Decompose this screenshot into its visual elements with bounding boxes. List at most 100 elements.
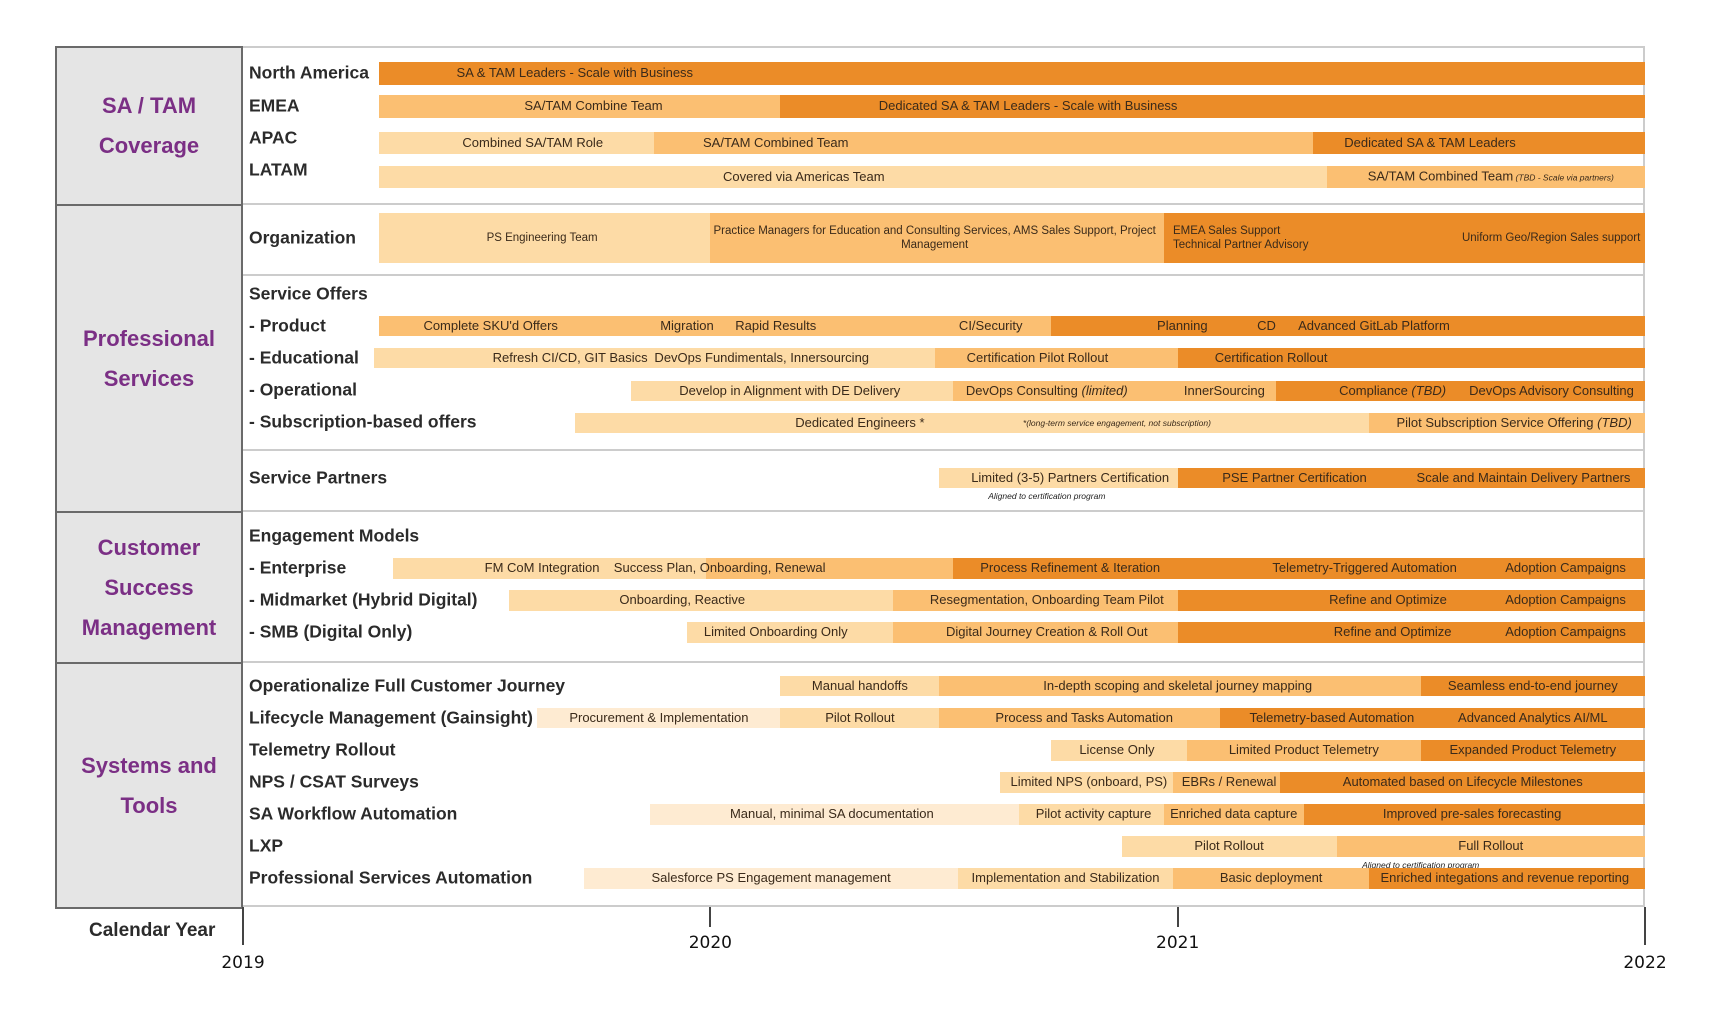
bar-label: FM CoM Integration (484, 560, 600, 575)
bar-label: Process and Tasks Automation (995, 710, 1173, 725)
bar-label: Complete SKU'd Offers (423, 318, 558, 333)
bar-label: *(long-term service engagement, not subs… (1022, 418, 1211, 428)
bar-label: Planning (1157, 318, 1208, 333)
bar-label: Refine and Optimize (1329, 592, 1447, 607)
bar-label: Rapid Results (735, 318, 817, 333)
bar-label: Limited NPS (onboard, PS) (1010, 774, 1168, 789)
row-label: - Product (249, 315, 326, 336)
bar-label: Advanced GitLab Platform (1298, 318, 1450, 333)
bar-label: Pilot Rollout (825, 710, 895, 725)
row-label: Engagement Models (249, 525, 420, 546)
bar-segment-light (574, 413, 1370, 433)
row-label: - Enterprise (249, 557, 347, 578)
bar-label: Scale and Maintain Delivery Partners (1416, 470, 1631, 485)
category-label: Customer Success Management (81, 534, 217, 640)
section-divider (243, 449, 1645, 451)
row-label: APAC (249, 127, 298, 148)
category-professional-services: Professional Services (55, 204, 243, 513)
bar-label: In-depth scoping and skeletal journey ma… (1043, 678, 1313, 693)
row-label: North America (249, 62, 369, 83)
bar-label: SA/TAM Combine Team (524, 98, 663, 113)
bar-label: DevOps Fundimentals, Innersourcing (654, 350, 870, 365)
bar-label: Refresh CI/CD, GIT Basics (492, 350, 648, 365)
roadmap-chart: SA / TAM Coverage Professional Services … (0, 0, 1709, 1020)
bar-label: Dedicated SA & TAM Leaders - Scale with … (878, 98, 1178, 113)
category-systems-and-tools: Systems and Tools (55, 662, 243, 909)
row-label: SA Workflow Automation (249, 803, 458, 824)
bar-label: Manual, minimal SA documentation (729, 806, 934, 821)
category-label: Systems and Tools (81, 752, 217, 818)
bar-label: Enriched integations and revenue reporti… (1380, 870, 1630, 885)
bar-label: Pilot activity capture (1035, 806, 1152, 821)
row-label: LXP (249, 835, 284, 856)
row-label: Professional Services Automation (249, 867, 533, 888)
bar-label: Telemetry-based Automation (1249, 710, 1415, 725)
row-label: Service Partners (249, 467, 388, 488)
x-tick-mark (1176, 907, 1179, 927)
bar-label: Full Rollout (1458, 838, 1524, 853)
x-tick-label: 2020 (688, 933, 732, 953)
category-sa-tam-coverage: SA / TAM Coverage (55, 46, 243, 206)
bar-label: Adoption Campaigns (1505, 624, 1626, 639)
bar-label: PS Engineering Team (486, 232, 598, 244)
x-tick-mark (709, 907, 712, 927)
bar-label: CI/Security (958, 318, 1023, 333)
bar-label: CD (1257, 318, 1276, 333)
bar-label: Improved pre-sales forecasting (1382, 806, 1562, 821)
bar-label: Refine and Optimize (1333, 624, 1452, 639)
x-axis-title: Calendar Year (89, 920, 216, 941)
bar-label: DevOps Consulting (limited) (965, 383, 1128, 398)
bar-label: Manual handoffs (811, 678, 908, 693)
row-label: Telemetry Rollout (249, 739, 396, 760)
row-label: - Educational (249, 347, 359, 368)
section-divider (243, 661, 1645, 663)
bar-label: Pilot Subscription Service Offering (TBD… (1396, 415, 1632, 430)
bar-label: Combined SA/TAM Role (462, 135, 604, 150)
bar-label: Seamless end-to-end journey (1447, 678, 1618, 693)
bar-label-note: (limited) (1077, 383, 1128, 398)
bar-label: DevOps Advisory Consulting (1469, 383, 1634, 398)
row-label: LATAM (249, 159, 308, 180)
bar-label: Uniform Geo/Region Sales support (1461, 232, 1641, 244)
bar-label: Digital Journey Creation & Roll Out (946, 624, 1148, 639)
row-label: Organization (249, 227, 356, 248)
bar-label: Enriched data capture (1170, 806, 1298, 821)
x-tick-mark (1644, 907, 1646, 945)
row-label: Lifecycle Management (Gainsight) (249, 707, 533, 728)
bar-label: SA & TAM Leaders - Scale with Business (456, 65, 694, 80)
bar-label: Develop in Alignment with DE Delivery (679, 383, 901, 398)
x-tick-label: 2021 (1156, 933, 1200, 953)
bar-label: SA/TAM Combined Team (TBD - Scale via pa… (1367, 168, 1614, 184)
bar-label: SA/TAM Combined Team (703, 135, 849, 150)
bar-label: Certification Rollout (1214, 350, 1328, 365)
row-label: Service Offers (249, 283, 368, 304)
bar-label: Limited Product Telemetry (1228, 742, 1379, 757)
bar-label: Dedicated SA & TAM Leaders (1344, 135, 1516, 150)
bar-label-note: (TBD) (1593, 415, 1632, 430)
bar-label-note: (TBD - Scale via partners) (1513, 172, 1614, 183)
bar-label: Salesforce PS Engagement management (651, 870, 891, 885)
bar-label: Dedicated Engineers * (795, 415, 925, 430)
x-tick-label: 2022 (1623, 953, 1667, 973)
bar-label: Process Refinement & Iteration (980, 560, 1161, 575)
row-label: - Operational (249, 379, 357, 400)
section-divider (243, 274, 1645, 276)
row-label: Operationalize Full Customer Journey (249, 675, 566, 696)
bar-label: EMEA Sales Support Technical Partner Adv… (1172, 225, 1309, 251)
bar-label: PSE Partner Certification (1222, 470, 1367, 485)
bar-label: EBRs / Renewal (1181, 774, 1277, 789)
bar-label: Success Plan, Onboarding, Renewal (613, 560, 826, 575)
bar-label-note: (TBD) (1407, 383, 1447, 398)
bar-label: Limited Onboarding Only (703, 624, 848, 639)
bar-label: Implementation and Stabilization (971, 870, 1160, 885)
section-divider (243, 510, 1645, 512)
bar-label: Procurement & Implementation (569, 710, 749, 725)
bar-label: Covered via Americas Team (722, 169, 885, 184)
category-customer-success-management: Customer Success Management (55, 511, 243, 664)
annotation-note: Aligned to certification program (988, 491, 1106, 501)
bar-label: Telemetry-Triggered Automation (1272, 560, 1457, 575)
bar-label: Advanced Analytics AI/ML (1458, 710, 1608, 725)
bar-label: Onboarding, Reactive (619, 592, 746, 607)
bar-label: Automated based on Lifecycle Milestones (1342, 774, 1583, 789)
bar-label: Migration (660, 318, 714, 333)
